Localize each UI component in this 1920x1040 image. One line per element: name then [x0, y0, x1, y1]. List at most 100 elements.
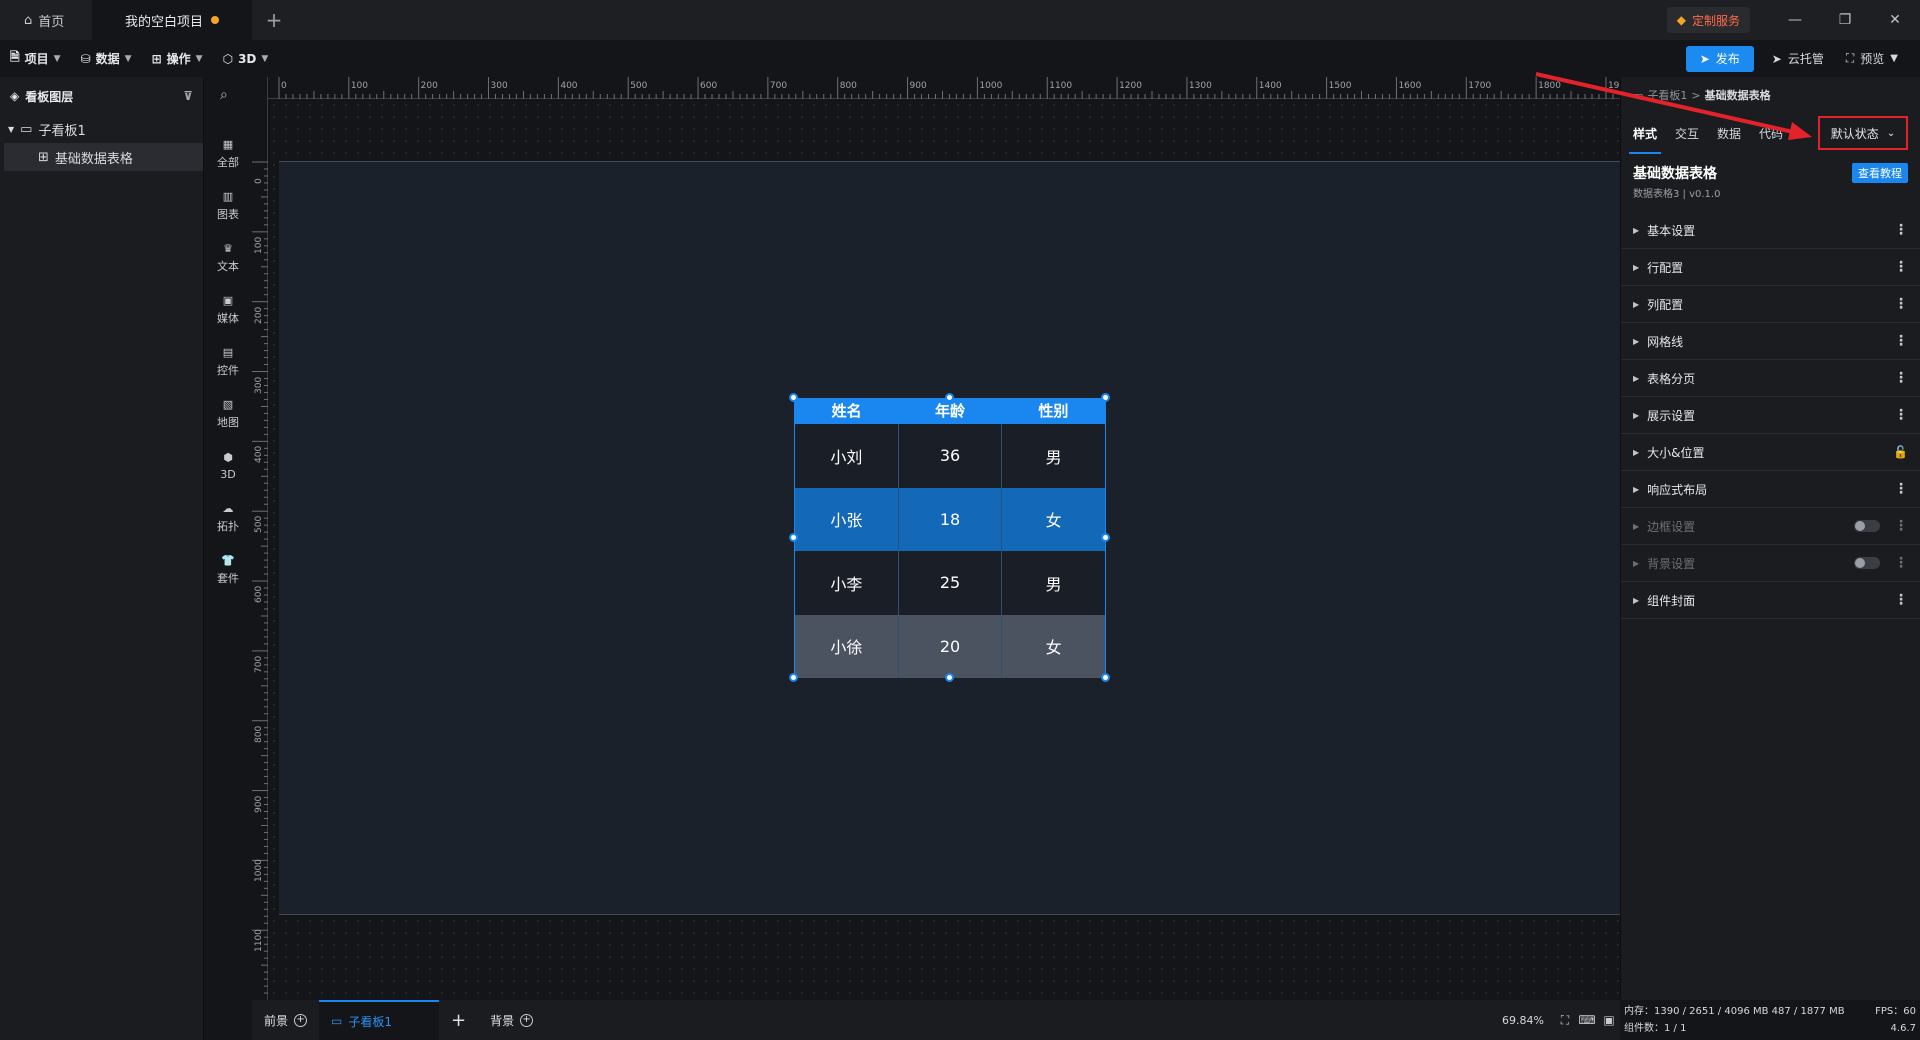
minimize-button[interactable]: —: [1770, 0, 1820, 40]
caret-right-icon: ▶: [1633, 447, 1640, 457]
tab-home-label: 首页: [38, 14, 65, 30]
menu-data[interactable]: ⛁ 数据 ▼: [71, 50, 142, 67]
more-icon[interactable]: ⋮: [1894, 222, 1908, 238]
section-row[interactable]: ▶ 行配置 ⋮: [1621, 249, 1920, 286]
ruler-top: 0 100 200 300 400 500 600 700 800 900 1000 1100 1200…: [268, 77, 1631, 99]
rail-item-topology[interactable]: ☁ 拓扑: [204, 491, 252, 543]
more-icon[interactable]: ⋮: [1894, 592, 1908, 608]
section-responsive[interactable]: ▶ 响应式布局 ⋮: [1621, 471, 1920, 508]
background-toggle[interactable]: [1854, 557, 1880, 569]
cloud-host-button[interactable]: ➤ 云托管: [1772, 50, 1824, 67]
caret-right-icon: ▶: [1633, 299, 1640, 309]
rail-item-media[interactable]: ▣ 媒体: [204, 283, 252, 335]
tab-background[interactable]: 背景 +: [478, 1000, 545, 1040]
section-basic[interactable]: ▶ 基本设置 ⋮: [1621, 212, 1920, 249]
data-table-widget[interactable]: 姓名 年龄 性别 小刘 36 男 小张 18 女 小李 25 男 小徐 20 女: [794, 398, 1106, 678]
resize-handle-bottom-left[interactable]: [789, 673, 798, 682]
section-pagination[interactable]: ▶ 表格分页 ⋮: [1621, 360, 1920, 397]
more-icon[interactable]: ⋮: [1894, 555, 1908, 571]
layer-item-table[interactable]: ⊞ 基础数据表格: [4, 143, 203, 171]
fit-screen-icon[interactable]: ⛶: [1554, 1009, 1576, 1031]
rail-item-3d[interactable]: ⬢ 3D: [204, 439, 252, 491]
more-icon[interactable]: ⋮: [1894, 259, 1908, 275]
section-label: 网格线: [1647, 334, 1684, 349]
text-icon: ♛: [223, 241, 233, 255]
section-border[interactable]: ▶ 边框设置 ⋮: [1621, 508, 1920, 545]
section-size-position[interactable]: ▶ 大小&位置 🔓: [1621, 434, 1920, 471]
rail-item-control[interactable]: ▤ 控件: [204, 335, 252, 387]
menu-data-label: 数据: [95, 52, 120, 66]
rail-item-all[interactable]: ▦ 全部: [204, 127, 252, 179]
more-icon[interactable]: ⋮: [1894, 481, 1908, 497]
resize-handle-bottom[interactable]: [945, 673, 954, 682]
zoom-level[interactable]: 69.84%: [1502, 1014, 1544, 1027]
layer-group-label: 子看板1: [38, 123, 86, 139]
terminal-icon[interactable]: ▣: [1598, 1009, 1620, 1031]
filter-icon[interactable]: ⊽: [183, 89, 193, 103]
ruler-left-label: 700: [254, 655, 264, 673]
table-cell: 小徐: [795, 614, 899, 678]
add-tab-button[interactable]: +: [252, 0, 296, 40]
custom-service-button[interactable]: ◆ 定制服务: [1666, 7, 1750, 33]
add-circle-icon[interactable]: +: [520, 1013, 534, 1027]
chevron-down-icon: ▼: [124, 53, 132, 64]
section-display[interactable]: ▶ 展示设置 ⋮: [1621, 397, 1920, 434]
more-icon[interactable]: ⋮: [1894, 518, 1908, 534]
state-select[interactable]: 默认状态 ⌄: [1818, 116, 1908, 150]
ruler-left-label: 100: [254, 236, 264, 254]
ruler-top-label: 600: [700, 81, 718, 91]
rail-item-text[interactable]: ♛ 文本: [204, 231, 252, 283]
rail-item-chart[interactable]: ▥ 图表: [204, 179, 252, 231]
keyboard-icon[interactable]: ⌨: [1576, 1009, 1598, 1031]
caret-right-icon: ▶: [1633, 484, 1640, 494]
resize-handle-right[interactable]: [1101, 533, 1110, 542]
menu-project[interactable]: 🗎 项目 ▼: [0, 48, 71, 69]
tutorial-button[interactable]: 查看教程: [1852, 163, 1908, 183]
chevron-down-icon: ▼: [1890, 53, 1898, 64]
rail-item-kit[interactable]: 👕 套件: [204, 543, 252, 595]
resize-handle-top-right[interactable]: [1101, 393, 1110, 402]
border-toggle[interactable]: [1854, 520, 1880, 532]
more-icon[interactable]: ⋮: [1894, 407, 1908, 423]
caret-right-icon: ▶: [1633, 336, 1640, 346]
restore-button[interactable]: ❐: [1820, 0, 1870, 40]
rail-item-map[interactable]: ▧ 地图: [204, 387, 252, 439]
tab-project[interactable]: 我的空白项目: [92, 0, 252, 40]
section-gridlines[interactable]: ▶ 网格线 ⋮: [1621, 323, 1920, 360]
section-cover[interactable]: ▶ 组件封面 ⋮: [1621, 582, 1920, 619]
resize-handle-top[interactable]: [945, 393, 954, 402]
chevron-down-icon: ⌄: [1886, 127, 1896, 139]
tab-home[interactable]: ⌂ 首页: [0, 0, 92, 40]
more-icon[interactable]: ⋮: [1894, 333, 1908, 349]
background-label: 背景: [490, 1013, 515, 1028]
menu-3d[interactable]: ⬡ 3D ▼: [213, 52, 279, 66]
section-background[interactable]: ▶ 背景设置 ⋮: [1621, 545, 1920, 582]
tab-board[interactable]: ▭ 子看板1: [319, 1000, 440, 1040]
section-label: 展示设置: [1647, 408, 1696, 423]
resize-handle-left[interactable]: [789, 533, 798, 542]
section-label: 背景设置: [1647, 556, 1696, 571]
top-tab-bar: ⌂ 首页 我的空白项目 + ◆ 定制服务 — ❐ ✕: [0, 0, 1920, 40]
resize-handle-top-left[interactable]: [789, 393, 798, 402]
ruler-top-label: 300: [490, 81, 508, 91]
add-board-button[interactable]: +: [439, 1000, 478, 1040]
search-icon[interactable]: ⌕: [220, 87, 228, 103]
more-icon[interactable]: ⋮: [1894, 370, 1908, 386]
tab-foreground[interactable]: 前景 +: [252, 1000, 319, 1040]
cube-icon: ⬢: [223, 451, 233, 464]
caret-down-icon[interactable]: ▼: [8, 125, 14, 134]
lock-icon[interactable]: 🔓: [1893, 445, 1908, 459]
section-label: 边框设置: [1647, 519, 1696, 534]
document-icon: 🗎: [10, 50, 20, 64]
status-bar: 内存：1390 / 2651 / 4096 MB 487 / 1877 MB F…: [1620, 1000, 1920, 1040]
close-button[interactable]: ✕: [1870, 0, 1920, 40]
table-header-cell: 年龄: [934, 402, 965, 420]
more-icon[interactable]: ⋮: [1894, 296, 1908, 312]
add-circle-icon[interactable]: +: [294, 1013, 308, 1027]
menu-operation[interactable]: ⊞ 操作 ▼: [142, 50, 213, 67]
preview-button[interactable]: ⛶ 预览 ▼: [1846, 50, 1898, 67]
layer-group-board[interactable]: ▼ ▭ 子看板1: [0, 115, 203, 143]
resize-handle-bottom-right[interactable]: [1101, 673, 1110, 682]
table-icon: ⊞: [38, 149, 49, 165]
section-column[interactable]: ▶ 列配置 ⋮: [1621, 286, 1920, 323]
